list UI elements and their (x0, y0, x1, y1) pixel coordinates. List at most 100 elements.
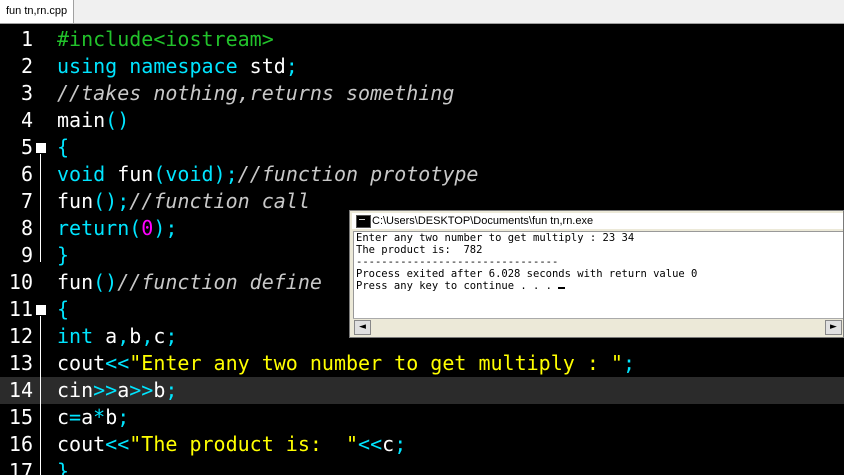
line-number: 17 (8, 459, 33, 475)
code-token: c (153, 324, 166, 348)
code-token: ); (153, 216, 178, 240)
code-text: cin>>a>>b; (57, 377, 177, 404)
code-token: () (93, 270, 118, 294)
code-token: , (117, 324, 130, 348)
code-token: b (105, 405, 118, 429)
code-token: cin (57, 378, 94, 402)
code-token: a (105, 324, 118, 348)
code-text: cout<<"The product is: "<<c; (57, 431, 406, 458)
code-text: main() (57, 107, 129, 134)
console-output-line: Press any key to continue . . . (354, 280, 843, 292)
code-token: //function call (129, 189, 310, 213)
fold-guide-line (40, 316, 41, 475)
code-token: 0 (141, 216, 154, 240)
fold-marker-icon[interactable] (36, 305, 46, 315)
code-token: int (57, 324, 106, 348)
line-number: 7 (20, 189, 33, 213)
code-token: ; (622, 351, 635, 375)
code-token: cout (57, 432, 106, 456)
code-token: ); (213, 162, 238, 186)
fold-guide-line (40, 154, 41, 262)
code-token: #include<iostream> (57, 27, 274, 51)
tab-file[interactable]: fun tn,rn.cpp (0, 0, 75, 24)
code-line[interactable]: 16 cout<<"The product is: "<<c; (0, 431, 844, 458)
code-line[interactable]: 1 #include<iostream> (0, 26, 844, 53)
code-text: { (57, 134, 69, 161)
code-token: cout (57, 351, 106, 375)
console-title: C:\Users\DESKTOP\Documents\fun tn,rn.exe (372, 215, 594, 227)
code-text: } (57, 242, 69, 269)
code-token: void (57, 162, 118, 186)
console-text: -------------------------------- (356, 256, 559, 268)
console-title-bar[interactable]: C:\Users\DESKTOP\Documents\fun tn,rn.exe (352, 213, 843, 229)
code-token: << (105, 351, 130, 375)
code-token: //function define (117, 270, 322, 294)
console-text: Press any key to continue . . . (356, 280, 559, 292)
code-line[interactable]: 14 cin>>a>>b; (0, 377, 844, 404)
line-number: 13 (8, 351, 33, 375)
code-token: fun (117, 162, 154, 186)
fold-marker-icon[interactable] (36, 143, 46, 153)
code-token: >> (93, 378, 118, 402)
code-line[interactable]: 2 using namespace std; (0, 53, 844, 80)
code-token: b (153, 378, 166, 402)
code-token: } (57, 459, 70, 475)
code-token: (); (93, 189, 130, 213)
code-token: ; (117, 405, 130, 429)
console-text: The product is: 782 (356, 244, 483, 256)
line-number: 5 (20, 135, 33, 159)
line-number: 4 (20, 108, 33, 132)
code-token: c (382, 432, 395, 456)
console-window[interactable]: C:\Users\DESKTOP\Documents\fun tn,rn.exe… (349, 210, 844, 338)
line-number: 11 (8, 297, 33, 321)
code-text: } (57, 458, 69, 475)
code-token: ; (394, 432, 407, 456)
code-line[interactable]: 4 main() (0, 107, 844, 134)
code-token: << (358, 432, 383, 456)
code-token: "Enter any two number to get multiply : … (129, 351, 623, 375)
code-token: () (105, 108, 130, 132)
console-app-icon (356, 215, 371, 228)
line-number: 14 (8, 378, 33, 402)
scroll-left-arrow-icon[interactable]: ◄ (354, 320, 371, 335)
code-text: c=a*b; (57, 404, 129, 431)
line-number: 2 (20, 54, 33, 78)
line-number: 8 (20, 216, 33, 240)
code-text: #include<iostream> (57, 26, 274, 53)
code-token: b (129, 324, 142, 348)
console-output-line: Process exited after 6.028 seconds with … (354, 268, 843, 280)
line-number: 1 (20, 27, 33, 51)
line-number: 3 (20, 81, 33, 105)
scroll-right-arrow-icon[interactable]: ► (825, 320, 842, 335)
code-token: } (57, 243, 70, 267)
code-line[interactable]: 3 //takes nothing,returns something (0, 80, 844, 107)
code-text: cout<<"Enter any two number to get multi… (57, 350, 635, 377)
code-token: ; (165, 378, 178, 402)
code-token: { (57, 297, 70, 321)
text-cursor (558, 287, 566, 289)
code-line[interactable]: 6 void fun(void);//function prototype (0, 161, 844, 188)
code-token: c (57, 405, 70, 429)
console-output-line: The product is: 782 (354, 244, 843, 256)
code-token: //takes nothing,returns something (57, 81, 455, 105)
code-text: int a,b,c; (57, 323, 177, 350)
code-line[interactable]: 17} (0, 458, 844, 475)
code-text: { (57, 296, 69, 323)
code-token: main (57, 108, 106, 132)
code-token: ( (153, 162, 166, 186)
code-token: ( (129, 216, 142, 240)
code-text: fun()//function define (57, 269, 322, 296)
line-number: 10 (8, 270, 33, 294)
code-line[interactable]: 5{ (0, 134, 844, 161)
code-line[interactable]: 13 cout<<"Enter any two number to get mul… (0, 350, 844, 377)
code-token: = (69, 405, 82, 429)
code-token: ; (165, 324, 178, 348)
code-token: a (117, 378, 130, 402)
console-horizontal-scrollbar[interactable]: ◄ ► (353, 318, 843, 335)
console-output[interactable]: Enter any two number to get multiply : 2… (353, 231, 843, 325)
code-token: * (93, 405, 106, 429)
code-token: << (105, 432, 130, 456)
console-text: Enter any two number to get multiply : 2… (356, 232, 635, 244)
code-token: //function prototype (237, 162, 479, 186)
code-line[interactable]: 15 c=a*b; (0, 404, 844, 431)
